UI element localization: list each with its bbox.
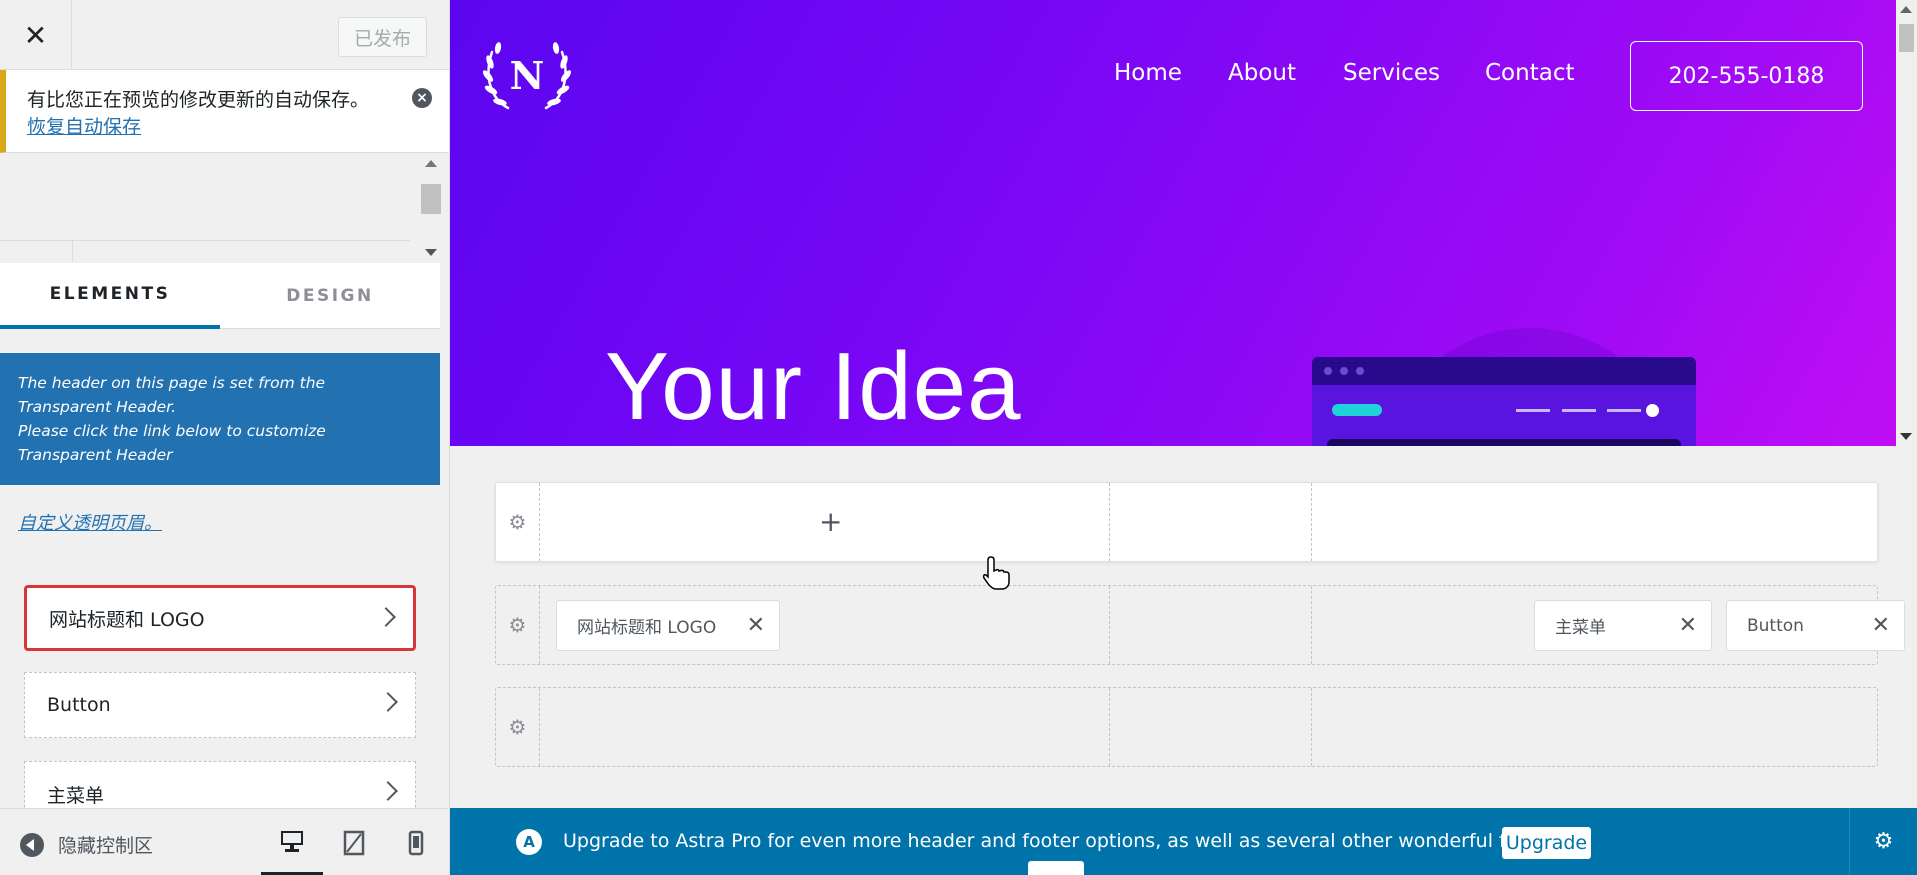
scroll-down-arrow-icon[interactable] xyxy=(1900,433,1912,440)
nav-contact[interactable]: Contact xyxy=(1485,60,1574,86)
divider xyxy=(0,240,410,241)
chip-site-logo[interactable]: 网站标题和 LOGO ✕ xyxy=(556,600,780,651)
customizer-sidebar: ✕ 已发布 有比您正在预览的修改更新的自动保存。 恢复自动保存 × ELEMEN… xyxy=(0,0,450,875)
panel-scrollbar[interactable] xyxy=(440,263,449,808)
builder-column-divider xyxy=(1109,688,1110,766)
chip-label: Button xyxy=(1747,615,1804,636)
restore-autosave-link[interactable]: 恢复自动保存 xyxy=(27,112,141,139)
info-text-line1: The header on this page is set from the … xyxy=(18,374,326,416)
preview-area: N Home About Services Contact 202-555-01… xyxy=(450,0,1917,875)
section-scroll-area xyxy=(0,154,449,262)
tablet-preview-icon[interactable] xyxy=(323,809,385,875)
info-text-line2: Please click the link below to customize… xyxy=(18,422,326,464)
illustration-dash xyxy=(1562,409,1596,412)
hand-cursor-icon xyxy=(982,556,1010,590)
add-element-icon[interactable]: + xyxy=(819,505,842,538)
illustration-dash xyxy=(1607,409,1641,412)
astra-logo-icon: A xyxy=(516,829,542,855)
illustration-ball xyxy=(1646,404,1659,417)
remove-icon[interactable]: ✕ xyxy=(747,613,765,638)
desktop-preview-icon[interactable] xyxy=(261,809,323,875)
tab-design[interactable]: DESIGN xyxy=(220,263,440,329)
gear-icon[interactable]: ⚙ xyxy=(496,586,540,664)
builder-column-divider xyxy=(1311,688,1312,766)
gear-icon[interactable]: ⚙ xyxy=(1849,808,1917,875)
builder-column-divider xyxy=(1311,586,1312,664)
illustration-pill xyxy=(1332,404,1382,416)
transparent-header-info: The header on this page is set from the … xyxy=(0,353,440,485)
sidebar-item-site-logo[interactable]: 网站标题和 LOGO xyxy=(24,585,416,651)
chip-main-menu[interactable]: 主菜单 ✕ xyxy=(1534,600,1712,651)
builder-row-below[interactable]: ⚙ xyxy=(495,687,1878,767)
logo-letter: N xyxy=(509,52,545,98)
chevron-right-icon xyxy=(378,781,398,801)
chip-label: 主菜单 xyxy=(1555,618,1606,638)
chevron-right-icon xyxy=(376,607,396,627)
customize-transparent-header-link[interactable]: 自定义透明页眉。 xyxy=(18,509,162,535)
customizer-footer: 隐藏控制区 xyxy=(0,808,449,875)
builder-row-above[interactable]: ⚙ + xyxy=(495,482,1878,562)
preview-scrollbar[interactable] xyxy=(1896,0,1917,446)
site-hero: N Home About Services Contact 202-555-01… xyxy=(450,0,1896,446)
sidebar-item-button[interactable]: Button xyxy=(24,672,416,738)
collapse-icon xyxy=(20,832,44,857)
hide-controls-label: 隐藏控制区 xyxy=(58,835,154,857)
illustration-titlebar xyxy=(1312,357,1696,385)
scroll-up-arrow-icon[interactable] xyxy=(1900,6,1912,13)
nav-home[interactable]: Home xyxy=(1114,60,1182,86)
autosave-notice: 有比您正在预览的修改更新的自动保存。 恢复自动保存 × xyxy=(0,70,449,153)
autosave-message: 有比您正在预览的修改更新的自动保存。 xyxy=(27,89,370,111)
hide-controls-button[interactable]: 隐藏控制区 xyxy=(20,831,153,858)
builder-column-divider xyxy=(1109,483,1110,561)
illustration-dot xyxy=(1324,367,1332,375)
customizer-topbar: ✕ 已发布 xyxy=(0,0,449,70)
remove-icon[interactable]: ✕ xyxy=(1679,613,1697,638)
scroll-down-arrow-icon[interactable] xyxy=(425,249,437,256)
sidebar-item-label: 主菜单 xyxy=(47,784,105,807)
site-logo[interactable]: N xyxy=(478,32,576,118)
panel-tabs: ELEMENTS DESIGN xyxy=(0,263,440,329)
upgrade-message: Upgrade to Astra Pro for even more heade… xyxy=(563,830,1586,852)
chevron-right-icon xyxy=(378,692,398,712)
builder-column-divider xyxy=(1311,483,1312,561)
phone-button[interactable]: 202-555-0188 xyxy=(1630,41,1863,111)
nav-services[interactable]: Services xyxy=(1343,60,1440,86)
tab-elements[interactable]: ELEMENTS xyxy=(0,263,220,329)
sidebar-item-label: Button xyxy=(47,694,111,716)
scrollbar[interactable] xyxy=(419,158,443,258)
mobile-preview-icon[interactable] xyxy=(385,809,447,875)
illustration-panel xyxy=(1327,439,1681,446)
gear-icon[interactable]: ⚙ xyxy=(496,483,540,561)
remove-icon[interactable]: ✕ xyxy=(1872,613,1890,638)
tooltip-tab xyxy=(1028,861,1084,875)
astra-upgrade-bar: A Upgrade to Astra Pro for even more hea… xyxy=(450,808,1917,875)
illustration-dot xyxy=(1356,367,1364,375)
browser-illustration xyxy=(1312,357,1696,446)
dismiss-icon[interactable]: × xyxy=(412,88,432,108)
sidebar-item-label: 网站标题和 LOGO xyxy=(49,608,205,631)
illustration-dot xyxy=(1340,367,1348,375)
scrollbar-thumb[interactable] xyxy=(421,184,441,214)
nav-about[interactable]: About xyxy=(1228,60,1296,86)
chip-button[interactable]: Button ✕ xyxy=(1726,600,1905,651)
hero-title: Your Idea xyxy=(605,333,1022,440)
builder-column-divider xyxy=(1109,586,1110,664)
illustration-dash xyxy=(1516,409,1550,412)
close-icon[interactable]: ✕ xyxy=(0,0,72,70)
publish-button[interactable]: 已发布 xyxy=(338,17,427,57)
scroll-up-arrow-icon[interactable] xyxy=(425,160,437,167)
upgrade-button[interactable]: Upgrade xyxy=(1502,827,1591,859)
builder-row-primary[interactable]: ⚙ 网站标题和 LOGO ✕ 主菜单 ✕ Button ✕ xyxy=(495,585,1905,665)
scrollbar-thumb[interactable] xyxy=(1899,24,1914,52)
gear-icon[interactable]: ⚙ xyxy=(496,688,540,766)
divider xyxy=(72,240,73,262)
chip-label: 网站标题和 LOGO xyxy=(577,618,717,638)
